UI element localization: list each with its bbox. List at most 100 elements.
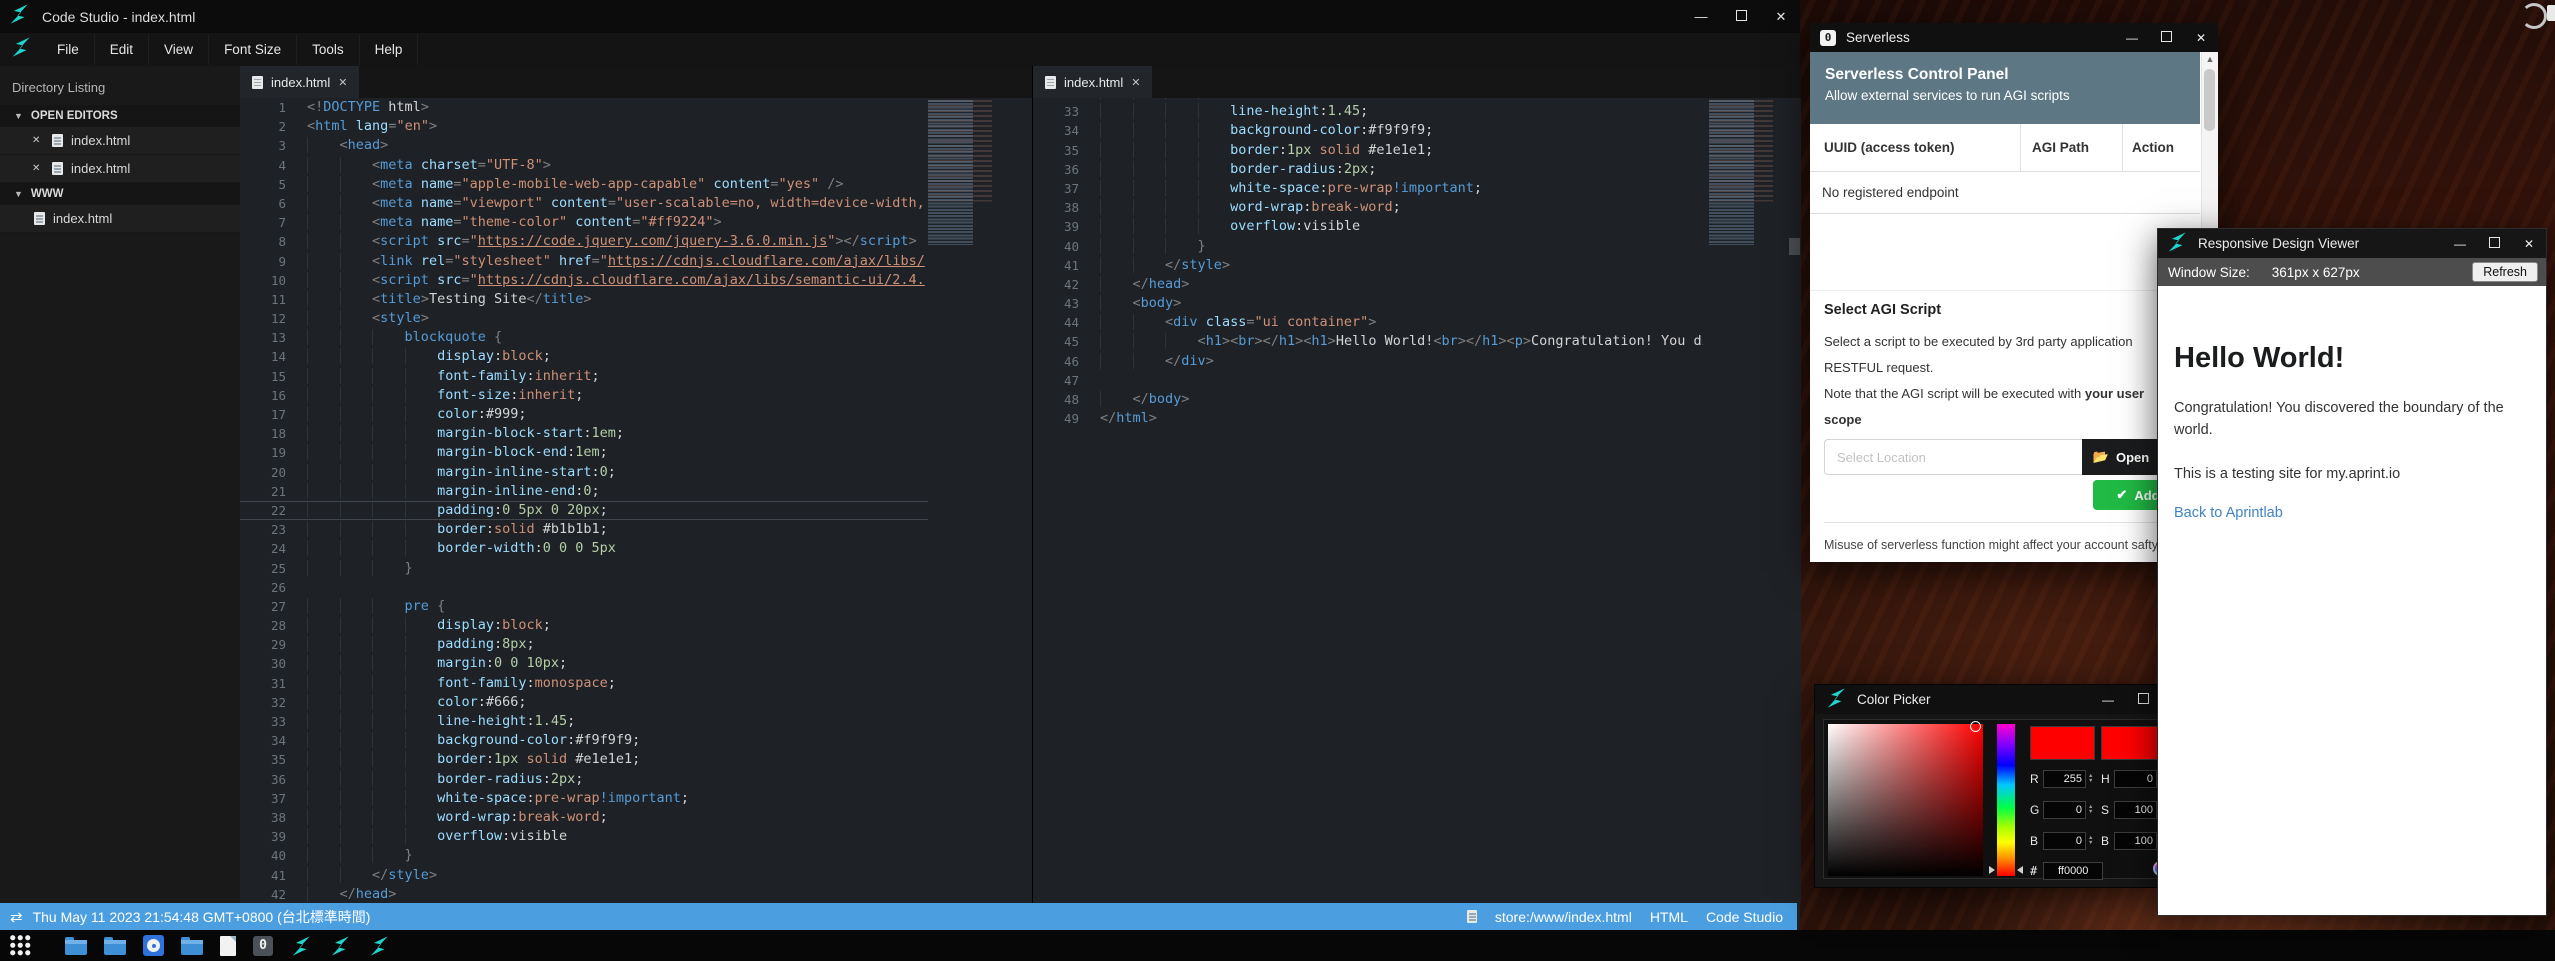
code-studio-icon[interactable] — [329, 935, 351, 957]
code-line[interactable]: 27 pre { — [240, 597, 928, 616]
media-app-icon[interactable] — [143, 935, 164, 956]
code-line[interactable]: 41 </style> — [240, 866, 928, 885]
code-line[interactable]: 26 — [240, 578, 928, 597]
document-icon[interactable] — [220, 936, 236, 956]
code-line[interactable]: 32 color:#666; — [240, 693, 928, 712]
close-icon[interactable]: ✕ — [32, 163, 46, 174]
code-line[interactable]: 42 </head> — [240, 885, 928, 903]
value-input[interactable]: 0 — [2043, 801, 2086, 819]
code-line[interactable]: 17 color:#999; — [240, 405, 928, 424]
editor-pane-right[interactable]: 32 color:#666;33 line-height:1.45;34 bac… — [1032, 98, 1801, 903]
code-line[interactable]: 23 border:solid #b1b1b1; — [240, 520, 928, 539]
code-line[interactable]: 10 <script src="https://cdnjs.cloudflare… — [240, 271, 928, 290]
code-line[interactable]: 7 <meta name="theme-color" content="#ff9… — [240, 213, 928, 232]
code-line[interactable]: 5 <meta name="apple-mobile-web-app-capab… — [240, 175, 928, 194]
code-line[interactable]: 1<!DOCTYPE html> — [240, 98, 928, 117]
close-button[interactable]: ✕ — [1772, 9, 1790, 25]
close-button[interactable]: ✕ — [2196, 31, 2206, 45]
hex-input[interactable]: ff0000 — [2043, 862, 2103, 880]
stepper-arrows-icon[interactable]: ▲▼ — [2088, 805, 2093, 815]
sidebar-item-open-editor[interactable]: ✕ index.html — [0, 155, 240, 183]
code-line[interactable]: 25 } — [240, 559, 928, 578]
menu-tools[interactable]: Tools — [297, 34, 360, 65]
code-line[interactable]: 44 <div class="ui container"> — [1033, 313, 1703, 332]
code-line[interactable]: 22 padding:0 5px 0 20px; — [240, 501, 928, 520]
sidebar-section-open-editors[interactable]: ▼ OPEN EDITORS — [0, 105, 240, 127]
code-studio-icon[interactable] — [368, 935, 390, 957]
folder-icon[interactable] — [104, 940, 126, 955]
scrollbar-thumb[interactable] — [1789, 238, 1800, 255]
code-line[interactable]: 9 <link rel="stylesheet" href="https://c… — [240, 252, 928, 271]
code-line[interactable]: 45 <h1><br></h1><h1>Hello World!<br></h1… — [1033, 332, 1703, 351]
minimize-button[interactable]: — — [2102, 693, 2114, 707]
maximize-button[interactable] — [1732, 9, 1750, 24]
code-line[interactable]: 38 word-wrap:break-word; — [1033, 198, 1703, 217]
color-selector-ring[interactable] — [1970, 721, 1981, 732]
code-line[interactable]: 49</html> — [1033, 409, 1703, 428]
status-language[interactable]: HTML — [1650, 909, 1688, 925]
code-line[interactable]: 30 margin:0 0 10px; — [240, 654, 928, 673]
scrollbar-thumb[interactable] — [2204, 69, 2215, 131]
app-grid-icon[interactable] — [10, 935, 32, 957]
menu-view[interactable]: View — [149, 34, 209, 65]
code-line[interactable]: 39 overflow:visible — [1033, 217, 1703, 236]
code-line[interactable]: 36 border-radius:2px; — [240, 770, 928, 789]
code-line[interactable]: 28 display:block; — [240, 616, 928, 635]
code-line[interactable]: 35 border:1px solid #e1e1e1; — [1033, 141, 1703, 160]
code-line[interactable]: 41 </style> — [1033, 256, 1703, 275]
minimap[interactable] — [1709, 100, 1787, 245]
menu-edit[interactable]: Edit — [95, 34, 149, 65]
status-file-path[interactable]: store:/www/index.html — [1495, 909, 1632, 925]
code-line[interactable]: 38 word-wrap:break-word; — [240, 808, 928, 827]
code-line[interactable]: 13 blockquote { — [240, 328, 928, 347]
folder-icon[interactable] — [65, 940, 87, 955]
menu-help[interactable]: Help — [360, 34, 419, 65]
refresh-button[interactable]: Refresh — [2472, 262, 2538, 282]
sidebar-section-www[interactable]: ▼ WWW — [0, 183, 240, 205]
code-line[interactable]: 6 <meta name="viewport" content="user-sc… — [240, 194, 928, 213]
code-line[interactable]: 37 white-space:pre-wrap!important; — [1033, 179, 1703, 198]
menu-file[interactable]: File — [42, 34, 95, 65]
code-line[interactable]: 42 </head> — [1033, 275, 1703, 294]
stepper-arrows-icon[interactable]: ▲▼ — [2088, 836, 2093, 846]
minimize-button[interactable]: — — [2454, 237, 2466, 251]
open-button[interactable]: 📂 Open — [2082, 439, 2160, 475]
hue-slider-thumb-right[interactable] — [2017, 866, 2023, 874]
value-input[interactable]: 100 — [2114, 801, 2157, 819]
code-line[interactable]: 12 <style> — [240, 309, 928, 328]
hue-slider[interactable] — [1997, 724, 2015, 876]
code-line[interactable]: 39 overflow:visible — [240, 827, 928, 846]
sidebar-item-file[interactable]: index.html — [0, 205, 240, 233]
code-line[interactable]: 3 <head> — [240, 136, 928, 155]
code-line[interactable]: 18 margin-block-start:1em; — [240, 424, 928, 443]
minimize-button[interactable]: — — [1692, 9, 1710, 24]
code-line[interactable]: 29 padding:8px; — [240, 635, 928, 654]
scroll-up-icon[interactable]: ▲ — [2202, 52, 2218, 67]
back-to-aprintlab-link[interactable]: Back to Aprintlab — [2174, 505, 2546, 521]
saturation-value-field[interactable] — [1828, 724, 1983, 876]
stepper-arrows-icon[interactable]: ▲▼ — [2088, 774, 2093, 784]
code-line[interactable]: 34 background-color:#f9f9f9; — [1033, 121, 1703, 140]
code-line[interactable]: 8 <script src="https://code.jquery.com/j… — [240, 232, 928, 251]
code-studio-icon[interactable] — [290, 935, 312, 957]
code-line[interactable]: 15 font-family:inherit; — [240, 367, 928, 386]
code-line[interactable]: 21 margin-inline-end:0; — [240, 482, 928, 501]
value-input[interactable]: 0 — [2043, 832, 2086, 850]
tab-index-html[interactable]: index.html ✕ — [240, 66, 359, 98]
code-line[interactable]: 11 <title>Testing Site</title> — [240, 290, 928, 309]
code-line[interactable]: 31 font-family:monospace; — [240, 674, 928, 693]
value-input[interactable]: 0 — [2114, 770, 2157, 788]
hue-slider-thumb-left[interactable] — [1989, 866, 1995, 874]
code-line[interactable]: 33 line-height:1.45; — [240, 712, 928, 731]
code-line[interactable]: 34 background-color:#f9f9f9; — [240, 731, 928, 750]
folder-icon[interactable] — [181, 940, 203, 955]
code-line[interactable]: 14 display:block; — [240, 347, 928, 366]
code-line[interactable]: 33 line-height:1.45; — [1033, 102, 1703, 121]
code-line[interactable]: 43 <body> — [1033, 294, 1703, 313]
maximize-button[interactable] — [2134, 693, 2152, 707]
code-line[interactable]: 47 — [1033, 371, 1703, 390]
script-location-input[interactable] — [1824, 439, 2082, 475]
code-line[interactable]: 37 white-space:pre-wrap!important; — [240, 789, 928, 808]
menu-font-size[interactable]: Font Size — [209, 34, 297, 65]
minimap[interactable] — [928, 100, 1006, 245]
